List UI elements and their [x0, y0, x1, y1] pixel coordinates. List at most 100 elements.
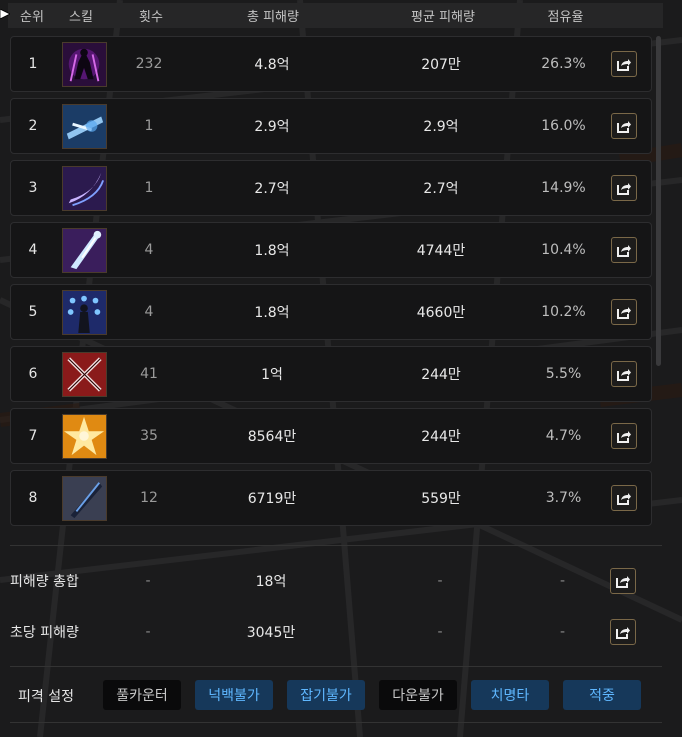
summary-count: - [145, 573, 151, 589]
summary-row-dps: 초당 피해량 - 3045만 - - [10, 617, 652, 647]
header-rank: 순위 [20, 10, 44, 25]
share-button[interactable] [611, 113, 637, 139]
header-total: 총 피해량 [247, 10, 299, 25]
skill-icon-cell [61, 409, 107, 463]
skill-icon-cell [61, 37, 107, 91]
share-cell: 26.3% [541, 56, 586, 72]
rank-cell: 6 [28, 366, 38, 382]
share-button[interactable] [611, 361, 637, 387]
skill-icon-cell [61, 285, 107, 339]
summary-share: - [559, 624, 566, 640]
share-icon [616, 576, 630, 588]
avg-damage-cell: 559만 [421, 491, 461, 507]
toggle-no-grab[interactable]: 잡기불가 [287, 680, 365, 710]
share-button[interactable] [610, 619, 636, 645]
avg-damage-cell: 244만 [421, 429, 461, 445]
rank-cell: 2 [28, 118, 38, 134]
share-icon [617, 59, 631, 71]
total-damage-cell: 1.8억 [254, 243, 290, 259]
skill-icon-cell [61, 161, 107, 215]
summon-orbs-icon [61, 289, 107, 335]
share-button[interactable] [611, 299, 637, 325]
total-damage-cell: 4.8억 [254, 57, 290, 73]
count-cell: 35 [140, 428, 158, 444]
total-damage-cell: 8564만 [247, 429, 297, 445]
summary-share: - [559, 573, 566, 589]
share-cell: 16.0% [541, 118, 586, 134]
share-button[interactable] [611, 237, 637, 263]
summary-total: 18억 [255, 574, 287, 590]
toggle-full-counter[interactable]: 풀카운터 [103, 680, 181, 710]
share-icon [617, 121, 631, 133]
share-cell: 5.5% [545, 366, 582, 382]
purple-crescent-icon [61, 165, 107, 211]
share-button-cell [609, 471, 639, 525]
share-icon [617, 307, 631, 319]
count-cell: 4 [144, 304, 154, 320]
mouse-cursor-icon [0, 9, 10, 19]
share-button[interactable] [611, 175, 637, 201]
skill-icon-cell [61, 347, 107, 401]
toggle-hit[interactable]: 적중 [563, 680, 641, 710]
skill-row[interactable]: 7 35 8564만 244만 4.7% [10, 408, 652, 464]
crossed-swords-icon [61, 351, 107, 397]
skill-row[interactable]: 5 4 1.8억 4660만 10.2% [10, 284, 652, 340]
share-button[interactable] [611, 423, 637, 449]
skill-row[interactable]: 6 41 1억 244만 5.5% [10, 346, 652, 402]
count-cell: 1 [144, 118, 154, 134]
scrollbar[interactable] [656, 36, 661, 366]
table-header: 순위 스킬 횟수 총 피해량 평균 피해량 점유율 [8, 3, 663, 28]
avg-damage-cell: 4660만 [416, 305, 466, 321]
share-button[interactable] [611, 51, 637, 77]
share-button-cell [609, 99, 639, 153]
count-cell: 41 [140, 366, 158, 382]
settings-label: 피격 설정 [18, 689, 74, 705]
avg-damage-cell: 207만 [421, 57, 461, 73]
total-damage-cell: 1억 [261, 367, 283, 383]
share-icon [617, 183, 631, 195]
share-button-cell [608, 617, 638, 647]
dark-blade-icon [61, 475, 107, 521]
share-cell: 10.4% [541, 242, 586, 258]
toggle-no-down[interactable]: 다운불가 [379, 680, 457, 710]
blue-slash-icon [61, 103, 107, 149]
count-cell: 1 [144, 180, 154, 196]
summary-label: 피해량 총합 [10, 574, 79, 590]
skill-row[interactable]: 8 12 6719만 559만 3.7% [10, 470, 652, 526]
header-share: 점유율 [547, 10, 584, 25]
share-button[interactable] [611, 485, 637, 511]
share-cell: 3.7% [545, 490, 582, 506]
total-damage-cell: 1.8억 [254, 305, 290, 321]
toggle-critical[interactable]: 치명타 [471, 680, 549, 710]
skill-row[interactable]: 2 1 2.9억 2.9억 16.0% [10, 98, 652, 154]
skill-icon-cell [61, 223, 107, 277]
rank-cell: 4 [28, 242, 38, 258]
share-cell: 10.2% [541, 304, 586, 320]
rank-cell: 3 [28, 180, 38, 196]
share-button-cell [608, 566, 638, 596]
summary-count: - [145, 624, 151, 640]
total-damage-cell: 6719만 [247, 491, 297, 507]
skill-icon-cell [61, 471, 107, 525]
rank-cell: 7 [28, 428, 38, 444]
rank-cell: 8 [28, 490, 38, 506]
share-cell: 14.9% [541, 180, 586, 196]
skill-row[interactable]: 4 4 1.8억 4744만 10.4% [10, 222, 652, 278]
avg-damage-cell: 2.7억 [423, 181, 459, 197]
skill-row[interactable]: 3 1 2.7억 2.7억 14.9% [10, 160, 652, 216]
share-button[interactable] [610, 568, 636, 594]
header-count: 횟수 [139, 10, 163, 25]
share-button-cell [609, 285, 639, 339]
share-button-cell [609, 409, 639, 463]
count-cell: 232 [135, 56, 163, 72]
avg-damage-cell: 2.9억 [423, 119, 459, 135]
share-button-cell [609, 37, 639, 91]
toggle-no-knockback[interactable]: 넉백불가 [195, 680, 273, 710]
hit-settings: 피격 설정 풀카운터 넉백불가 잡기불가 다운불가 치명타 적중 [10, 678, 662, 714]
divider [10, 666, 662, 667]
shadow-figure-icon [61, 41, 107, 87]
avg-damage-cell: 4744만 [416, 243, 466, 259]
share-icon [617, 431, 631, 443]
skill-row[interactable]: 1 232 4.8억 207만 26.3% [10, 36, 652, 92]
share-icon [617, 493, 631, 505]
